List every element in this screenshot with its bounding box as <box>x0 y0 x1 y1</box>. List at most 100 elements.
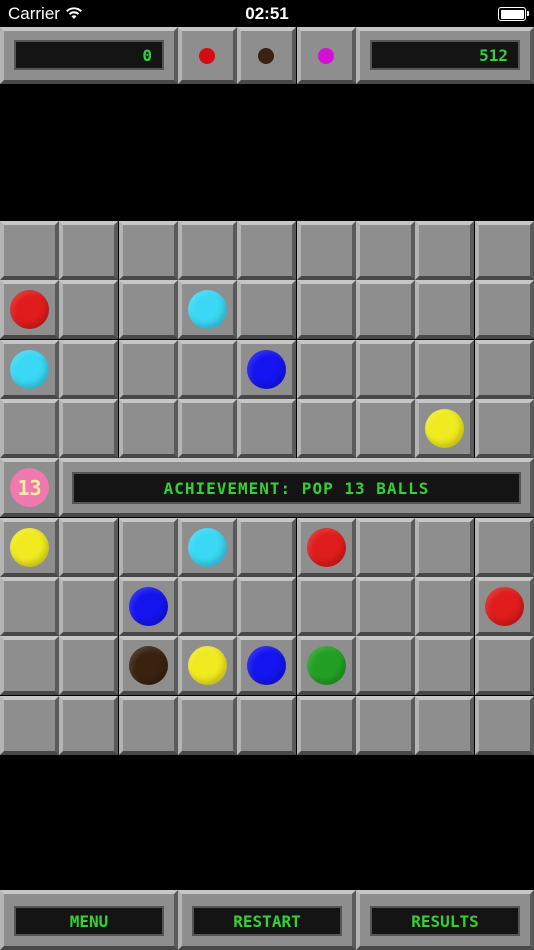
next-ball-1 <box>199 48 215 64</box>
board-cell[interactable] <box>415 280 474 339</box>
board-cell[interactable] <box>59 221 118 280</box>
results-button-label: RESULTS <box>370 906 520 936</box>
ball[interactable] <box>307 646 346 685</box>
board-cell[interactable] <box>119 340 178 399</box>
ball[interactable] <box>129 646 168 685</box>
board-cell[interactable] <box>237 340 296 399</box>
board-cell[interactable] <box>237 696 296 755</box>
board-cell[interactable] <box>237 221 296 280</box>
board-cell[interactable] <box>0 577 59 636</box>
board-cell[interactable] <box>119 696 178 755</box>
board-cell[interactable] <box>356 518 415 577</box>
board-cell[interactable] <box>0 340 59 399</box>
board-cell[interactable] <box>475 340 534 399</box>
board-cell[interactable] <box>475 280 534 339</box>
board-cell[interactable] <box>356 636 415 695</box>
board-cell[interactable] <box>297 280 356 339</box>
board-cell[interactable] <box>119 518 178 577</box>
board-cell[interactable] <box>237 280 296 339</box>
board-cell[interactable] <box>59 399 118 458</box>
ball[interactable] <box>10 350 49 389</box>
board-cell[interactable] <box>59 577 118 636</box>
board-cell[interactable] <box>475 577 534 636</box>
board-cell[interactable] <box>356 577 415 636</box>
board-cell[interactable] <box>237 577 296 636</box>
ball[interactable] <box>10 290 49 329</box>
board-cell[interactable] <box>356 340 415 399</box>
board-cell[interactable] <box>356 221 415 280</box>
board-cell[interactable] <box>297 221 356 280</box>
score-panel: 0 <box>0 27 178 84</box>
board-cell[interactable] <box>297 577 356 636</box>
board-cell[interactable] <box>0 280 59 339</box>
board-cell[interactable] <box>297 399 356 458</box>
board-cell[interactable] <box>415 636 474 695</box>
board-cell[interactable] <box>356 399 415 458</box>
results-button[interactable]: RESULTS <box>356 890 534 950</box>
board-cell[interactable] <box>59 280 118 339</box>
ball[interactable] <box>129 587 168 626</box>
board-cell[interactable] <box>415 399 474 458</box>
ball[interactable] <box>485 587 524 626</box>
ball[interactable] <box>307 528 346 567</box>
board-cell[interactable] <box>119 280 178 339</box>
board-cell[interactable] <box>178 636 237 695</box>
board-cell[interactable] <box>237 399 296 458</box>
board-cell[interactable] <box>415 221 474 280</box>
board-cell[interactable] <box>59 340 118 399</box>
restart-button[interactable]: RESTART <box>178 890 356 950</box>
board-cell[interactable] <box>119 636 178 695</box>
board-cell[interactable] <box>237 518 296 577</box>
ball[interactable] <box>188 528 227 567</box>
board-cell[interactable] <box>178 518 237 577</box>
next-ball-2 <box>258 48 274 64</box>
board-cell[interactable] <box>59 696 118 755</box>
best-score-display: 512 <box>370 40 520 70</box>
ball[interactable] <box>425 409 464 448</box>
board-cell[interactable] <box>178 696 237 755</box>
ball[interactable] <box>247 646 286 685</box>
board-cell[interactable] <box>119 577 178 636</box>
menu-button[interactable]: MENU <box>0 890 178 950</box>
board-cell[interactable] <box>297 518 356 577</box>
next-ball-slot-3 <box>297 27 356 84</box>
board-cell[interactable] <box>297 696 356 755</box>
board-cell[interactable] <box>119 399 178 458</box>
board-cell[interactable] <box>415 340 474 399</box>
ball[interactable] <box>188 646 227 685</box>
board-cell[interactable] <box>237 636 296 695</box>
score-display: 0 <box>14 40 164 70</box>
board-cell[interactable] <box>178 399 237 458</box>
board-cell[interactable] <box>297 340 356 399</box>
battery-icon <box>498 7 529 21</box>
board-cell[interactable] <box>178 340 237 399</box>
board-cell[interactable] <box>178 280 237 339</box>
board-cell[interactable] <box>119 221 178 280</box>
board-cell[interactable] <box>415 577 474 636</box>
board-cell[interactable] <box>59 518 118 577</box>
board-cell[interactable] <box>475 636 534 695</box>
board-cell[interactable] <box>415 696 474 755</box>
board-cell[interactable] <box>475 221 534 280</box>
board-cell[interactable] <box>0 696 59 755</box>
board-cell[interactable] <box>0 636 59 695</box>
achievement-text: ACHIEVEMENT: POP 13 BALLS <box>72 472 521 504</box>
board-cell[interactable] <box>356 280 415 339</box>
board-cell[interactable] <box>59 636 118 695</box>
board-cell[interactable] <box>415 518 474 577</box>
board-cell[interactable] <box>297 636 356 695</box>
board-cell[interactable] <box>178 221 237 280</box>
board-cell[interactable] <box>475 696 534 755</box>
board-cell[interactable] <box>0 221 59 280</box>
board-cell[interactable] <box>0 399 59 458</box>
ball[interactable] <box>188 290 227 329</box>
menu-button-label: MENU <box>14 906 164 936</box>
board-cell[interactable] <box>0 518 59 577</box>
status-bar: Carrier 02:51 <box>0 0 534 28</box>
board-cell[interactable] <box>475 518 534 577</box>
ball[interactable] <box>247 350 286 389</box>
board-cell[interactable] <box>178 577 237 636</box>
ball[interactable] <box>10 528 49 567</box>
board-cell[interactable] <box>356 696 415 755</box>
board-cell[interactable] <box>475 399 534 458</box>
